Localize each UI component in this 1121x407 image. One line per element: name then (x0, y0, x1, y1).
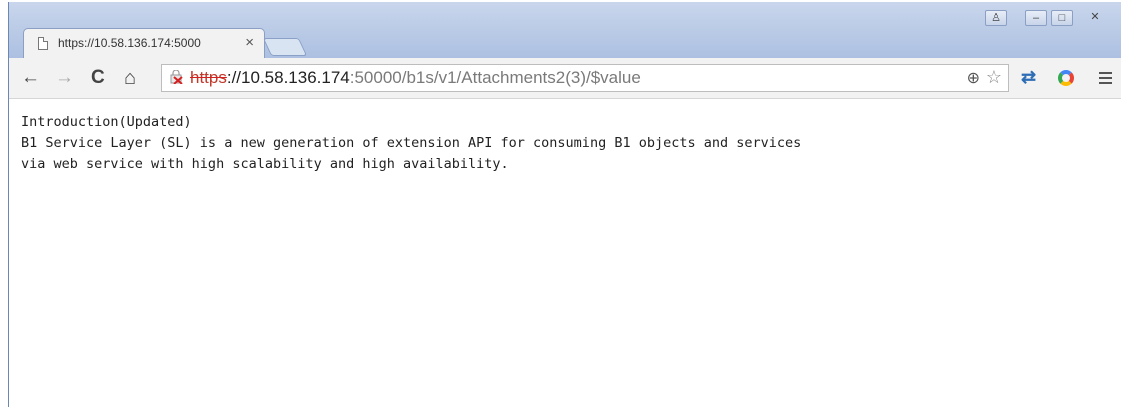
insecure-lock-icon[interactable] (170, 70, 184, 84)
tab-active[interactable]: https://10.58.136.174:5000 × (23, 28, 265, 58)
content-line: Introduction(Updated) (21, 114, 192, 130)
new-tab-button[interactable] (262, 38, 308, 56)
zoom-icon[interactable]: ⊕ (967, 68, 980, 88)
page-icon (38, 37, 48, 50)
profile-button[interactable]: ♙ (985, 10, 1007, 26)
colorful-extension-icon[interactable] (1058, 70, 1074, 86)
close-window-button[interactable]: ✕ (1077, 10, 1113, 26)
content-line: B1 Service Layer (SL) is a new generatio… (21, 135, 802, 151)
menu-icon[interactable] (1099, 72, 1112, 87)
url-scheme: https (190, 68, 227, 87)
browser-window: https://10.58.136.174:5000 × ♙ – □ ✕ ← →… (8, 2, 1121, 407)
url-text[interactable]: https://10.58.136.174:50000/b1s/v1/Attac… (190, 68, 641, 88)
page-content: Introduction(Updated) B1 Service Layer (S… (21, 112, 801, 175)
url-host: ://10.58.136.174 (226, 68, 350, 87)
back-button[interactable]: ← (21, 66, 40, 90)
content-line: via web service with high scalability an… (21, 156, 509, 172)
tab-close-icon[interactable]: × (245, 34, 254, 52)
bookmark-star-icon[interactable]: ☆ (986, 67, 1002, 88)
url-path: :50000/b1s/v1/Attachments2(3)/$value (349, 68, 641, 87)
title-bar: https://10.58.136.174:5000 × ♙ – □ ✕ (9, 2, 1121, 58)
reload-button[interactable]: C (91, 66, 105, 90)
minimize-button[interactable]: – (1025, 10, 1047, 26)
sync-extension-icon[interactable]: ⇄ (1021, 67, 1036, 88)
tab-title: https://10.58.136.174:5000 (58, 36, 201, 50)
browser-toolbar: ← → C ⌂ https://10.58.136.174:50000/b1s/… (9, 58, 1121, 99)
maximize-button[interactable]: □ (1051, 10, 1073, 26)
home-button[interactable]: ⌂ (124, 66, 136, 90)
address-bar[interactable]: https://10.58.136.174:50000/b1s/v1/Attac… (161, 64, 1009, 92)
forward-button[interactable]: → (55, 66, 74, 90)
